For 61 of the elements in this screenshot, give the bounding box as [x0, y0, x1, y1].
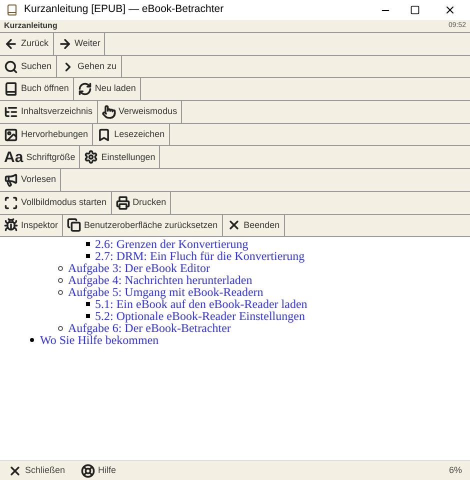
footer-button[interactable]: Schließen: [8, 464, 66, 478]
toolbar-button[interactable]: Vollbildmodus starten: [0, 192, 112, 214]
toc-link[interactable]: 5.2: Optionale eBook-Reader Einstellungen: [95, 310, 305, 322]
bullet-icon: [58, 278, 63, 283]
image-icon: [4, 128, 18, 142]
arrow-right-icon: [58, 36, 72, 51]
toc-link[interactable]: Aufgabe 4: Nachrichten herunterladen: [68, 274, 252, 286]
toolbar-button[interactable]: Lesezeichen: [93, 124, 170, 146]
pointing-hand-icon: [102, 104, 116, 119]
bullet-icon: [58, 266, 63, 271]
bullet-icon: [58, 326, 63, 331]
toolbar-button[interactable]: Suchen: [0, 56, 57, 78]
toc-link[interactable]: 2.6: Grenzen der Konvertierung: [95, 238, 248, 250]
toolbar-button[interactable]: Buch öffnen: [0, 78, 74, 100]
toc-link[interactable]: Aufgabe 3: Der eBook Editor: [68, 262, 210, 274]
arrow-left-icon: [4, 36, 18, 51]
book-icon: [4, 82, 18, 96]
toc-link[interactable]: Aufgabe 6: Der eBook-Betrachter: [68, 322, 231, 334]
toolbar-button[interactable]: Weiter: [54, 33, 106, 55]
toc-link[interactable]: 5.1: Ein eBook auf den eBook-Reader laden: [95, 298, 308, 310]
toolbar-button[interactable]: Benutzeroberfläche zurücksetzen: [63, 214, 223, 236]
close-icon: [226, 218, 241, 232]
toolbar-button[interactable]: Vorlesen: [0, 169, 62, 191]
bookmark-icon: [97, 128, 112, 142]
close-icon: [8, 464, 22, 478]
toolbar-button[interactable]: Beenden: [222, 214, 285, 236]
toc-link[interactable]: Aufgabe 5: Umgang mit eBook-Readern: [68, 286, 264, 298]
close-icon: [444, 4, 456, 16]
bullet-icon: [86, 314, 90, 318]
reload-icon: [78, 82, 92, 96]
toolbar-button[interactable]: Drucken: [112, 192, 172, 214]
toc-link[interactable]: Wo Sie Hilfe bekommen: [40, 334, 159, 346]
toolbar-button[interactable]: Hervorhebungen: [0, 124, 94, 146]
book-title: Kurzanleitung: [4, 20, 58, 32]
bug-icon: [4, 218, 18, 232]
bullet-icon: [58, 290, 63, 295]
bullet-icon: [86, 254, 90, 258]
fullscreen-icon: [4, 196, 18, 210]
toolbar-button[interactable]: Gehen zu: [56, 56, 122, 78]
lifebuoy-icon: [81, 464, 96, 478]
font-size-icon: Aa: [4, 150, 24, 165]
toc-link[interactable]: 2.7: DRM: Ein Fluch für die Konvertierung: [95, 250, 305, 262]
progress-percent: 6%: [448, 464, 462, 477]
toolbar-button[interactable]: Zurück: [0, 33, 54, 55]
printer-icon: [116, 196, 130, 210]
maximize-icon: [410, 5, 420, 15]
window-title: Kurzanleitung [EPUB] — eBook-Betrachter: [24, 2, 224, 18]
bullet-icon: [86, 302, 90, 306]
search-icon: [4, 60, 18, 74]
bullet-icon: [30, 338, 34, 342]
windows-icon: [67, 218, 82, 232]
megaphone-icon: [4, 172, 18, 187]
toolbar-button[interactable]: Verweismodus: [98, 101, 182, 123]
toolbar-button[interactable]: Inspektor: [0, 214, 64, 236]
toolbar-button[interactable]: Einstellungen: [80, 146, 160, 168]
footer-button[interactable]: Hilfe: [81, 464, 116, 478]
app-icon: [6, 4, 18, 16]
bullet-icon: [86, 242, 90, 246]
list-icon: [4, 104, 18, 119]
toolbar-button[interactable]: Neu laden: [74, 78, 141, 100]
toolbar-button[interactable]: Inhaltsverzeichnis: [0, 101, 98, 123]
